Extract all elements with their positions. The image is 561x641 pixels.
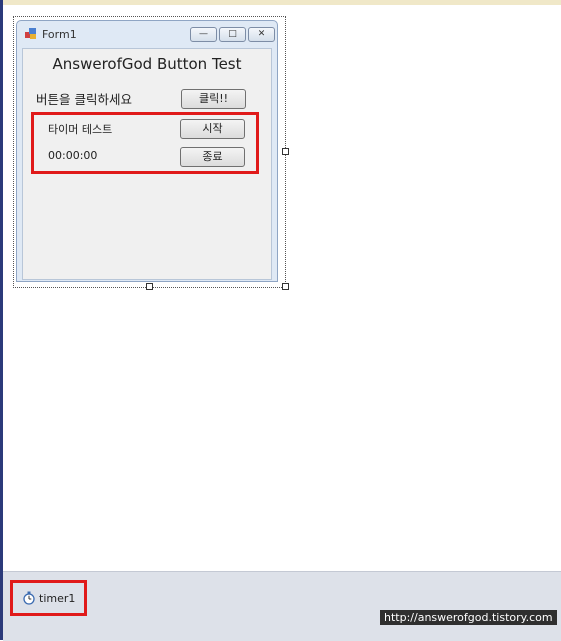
form-app-icon [25, 28, 36, 39]
maximize-icon: □ [228, 29, 237, 39]
minimize-button[interactable]: — [190, 27, 217, 42]
watermark-url: http://answerofgod.tistory.com [380, 610, 557, 625]
click-prompt-label: 버튼을 클릭하세요 [36, 92, 132, 107]
close-icon: ✕ [257, 29, 266, 39]
form-title: Form1 [42, 28, 77, 41]
stopwatch-icon [23, 591, 35, 605]
click-button[interactable]: 클릭!! [181, 89, 246, 109]
minimize-icon: — [199, 29, 208, 39]
tray-item-timer1[interactable]: timer1 [22, 591, 75, 605]
tray-item-label: timer1 [39, 591, 76, 605]
resize-handle-corner[interactable] [282, 283, 289, 290]
form-titlebar[interactable]: Form1 — □ ✕ [17, 21, 277, 47]
heading-label: AnswerofGod Button Test [52, 55, 242, 73]
resize-handle-right[interactable] [282, 148, 289, 155]
maximize-button[interactable]: □ [219, 27, 246, 42]
timer-section-highlight [31, 112, 259, 174]
close-button[interactable]: ✕ [248, 27, 275, 42]
resize-handle-bottom[interactable] [146, 283, 153, 290]
